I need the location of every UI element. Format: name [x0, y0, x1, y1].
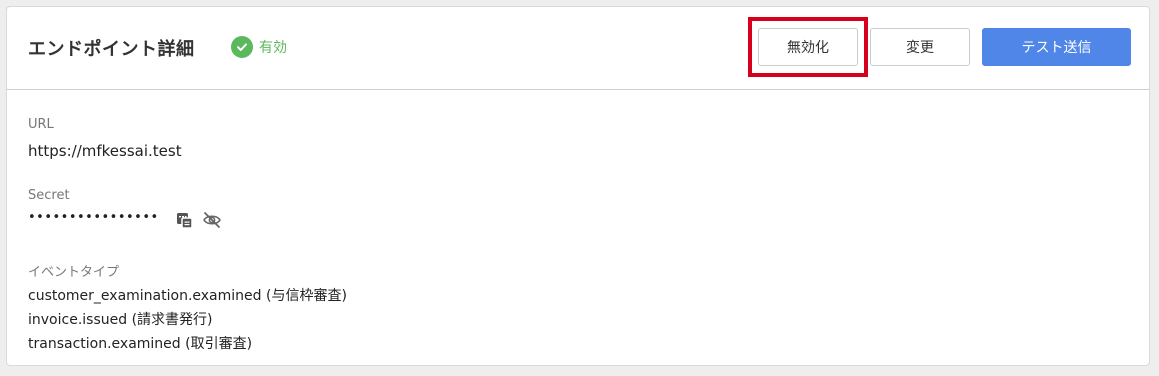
eye-off-icon[interactable]	[202, 211, 221, 229]
secret-value: ••••••••••••••••	[28, 210, 159, 225]
event-type-item: invoice.issued (請求書発行)	[28, 312, 213, 328]
secret-label: Secret	[28, 188, 70, 203]
test-send-button[interactable]: テスト送信	[982, 28, 1131, 66]
url-label: URL	[28, 117, 54, 132]
event-type-item: customer_examination.examined (与信枠審査)	[28, 288, 347, 304]
event-type-label: イベントタイプ	[28, 265, 120, 280]
edit-button[interactable]: 変更	[870, 28, 970, 66]
status-label: 有効	[259, 40, 287, 56]
url-value: https://mfkessai.test	[28, 142, 182, 160]
endpoint-detail-card: エンドポイント詳細 有効 無効化 変更 テスト送信 URL https://mf…	[6, 6, 1150, 366]
event-type-item: transaction.examined (取引審査)	[28, 336, 253, 352]
copy-icon[interactable]	[176, 211, 194, 229]
page-title: エンドポイント詳細	[28, 39, 195, 60]
check-circle-icon	[231, 36, 253, 58]
highlight-box	[748, 17, 868, 77]
status-badge: 有効	[231, 36, 287, 58]
card-header: エンドポイント詳細 有効 無効化 変更 テスト送信	[7, 7, 1149, 90]
